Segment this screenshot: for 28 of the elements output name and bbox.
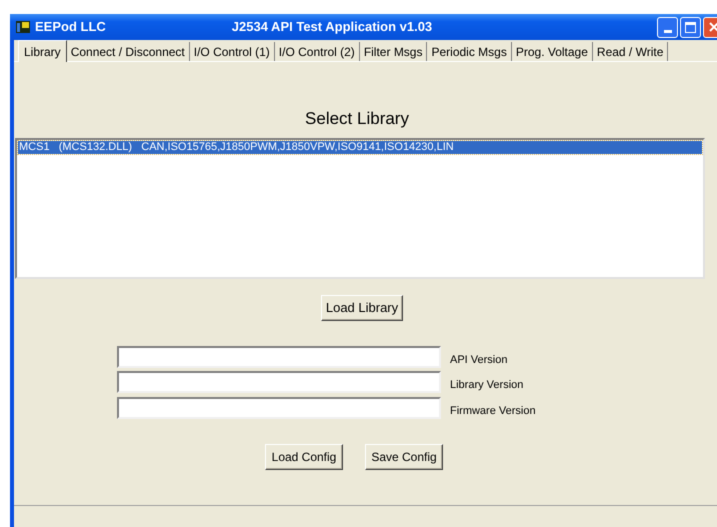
load-library-button[interactable]: Load Library bbox=[320, 294, 404, 320]
minimize-icon bbox=[664, 30, 672, 32]
tab[interactable]: Library bbox=[18, 40, 67, 62]
field-label: Library Version bbox=[450, 378, 524, 393]
app-icon bbox=[15, 19, 31, 35]
minimize-button[interactable] bbox=[657, 16, 678, 38]
close-icon bbox=[708, 22, 717, 32]
tab[interactable]: I/O Control (1) bbox=[190, 42, 275, 61]
library-list[interactable]: MCS1 (MCS132.DLL) CAN,ISO15765,J1850PWM,J1850VPW,ISO9141,ISO14230,LIN bbox=[15, 138, 705, 278]
version-field[interactable] bbox=[117, 346, 441, 368]
company-name: EEPod LLC bbox=[35, 18, 106, 36]
tab[interactable]: Periodic Msgs bbox=[427, 42, 512, 61]
section-heading: Select Library bbox=[305, 108, 409, 130]
version-field[interactable] bbox=[117, 396, 441, 419]
maximize-button[interactable] bbox=[680, 16, 701, 38]
tab[interactable]: I/O Control (2) bbox=[274, 42, 360, 61]
tab[interactable]: Prog. Voltage bbox=[512, 42, 593, 61]
window-title: J2534 API Test Application v1.03 bbox=[232, 18, 432, 36]
tab[interactable]: Filter Msgs bbox=[360, 42, 428, 61]
config-button[interactable]: Save Config bbox=[365, 444, 443, 470]
tab[interactable]: Connect / Disconnect bbox=[66, 42, 190, 61]
tab[interactable]: Read / Write bbox=[592, 42, 668, 61]
list-item[interactable]: MCS1 (MCS132.DLL) CAN,ISO15765,J1850PWM,J1850VPW,ISO9141,ISO14230,LIN bbox=[18, 140, 702, 154]
config-button[interactable]: Load Config bbox=[265, 444, 343, 470]
field-label: Firmware Version bbox=[450, 404, 536, 418]
field-label: API Version bbox=[450, 352, 508, 368]
maximize-icon bbox=[685, 22, 696, 32]
version-field[interactable] bbox=[117, 371, 441, 394]
